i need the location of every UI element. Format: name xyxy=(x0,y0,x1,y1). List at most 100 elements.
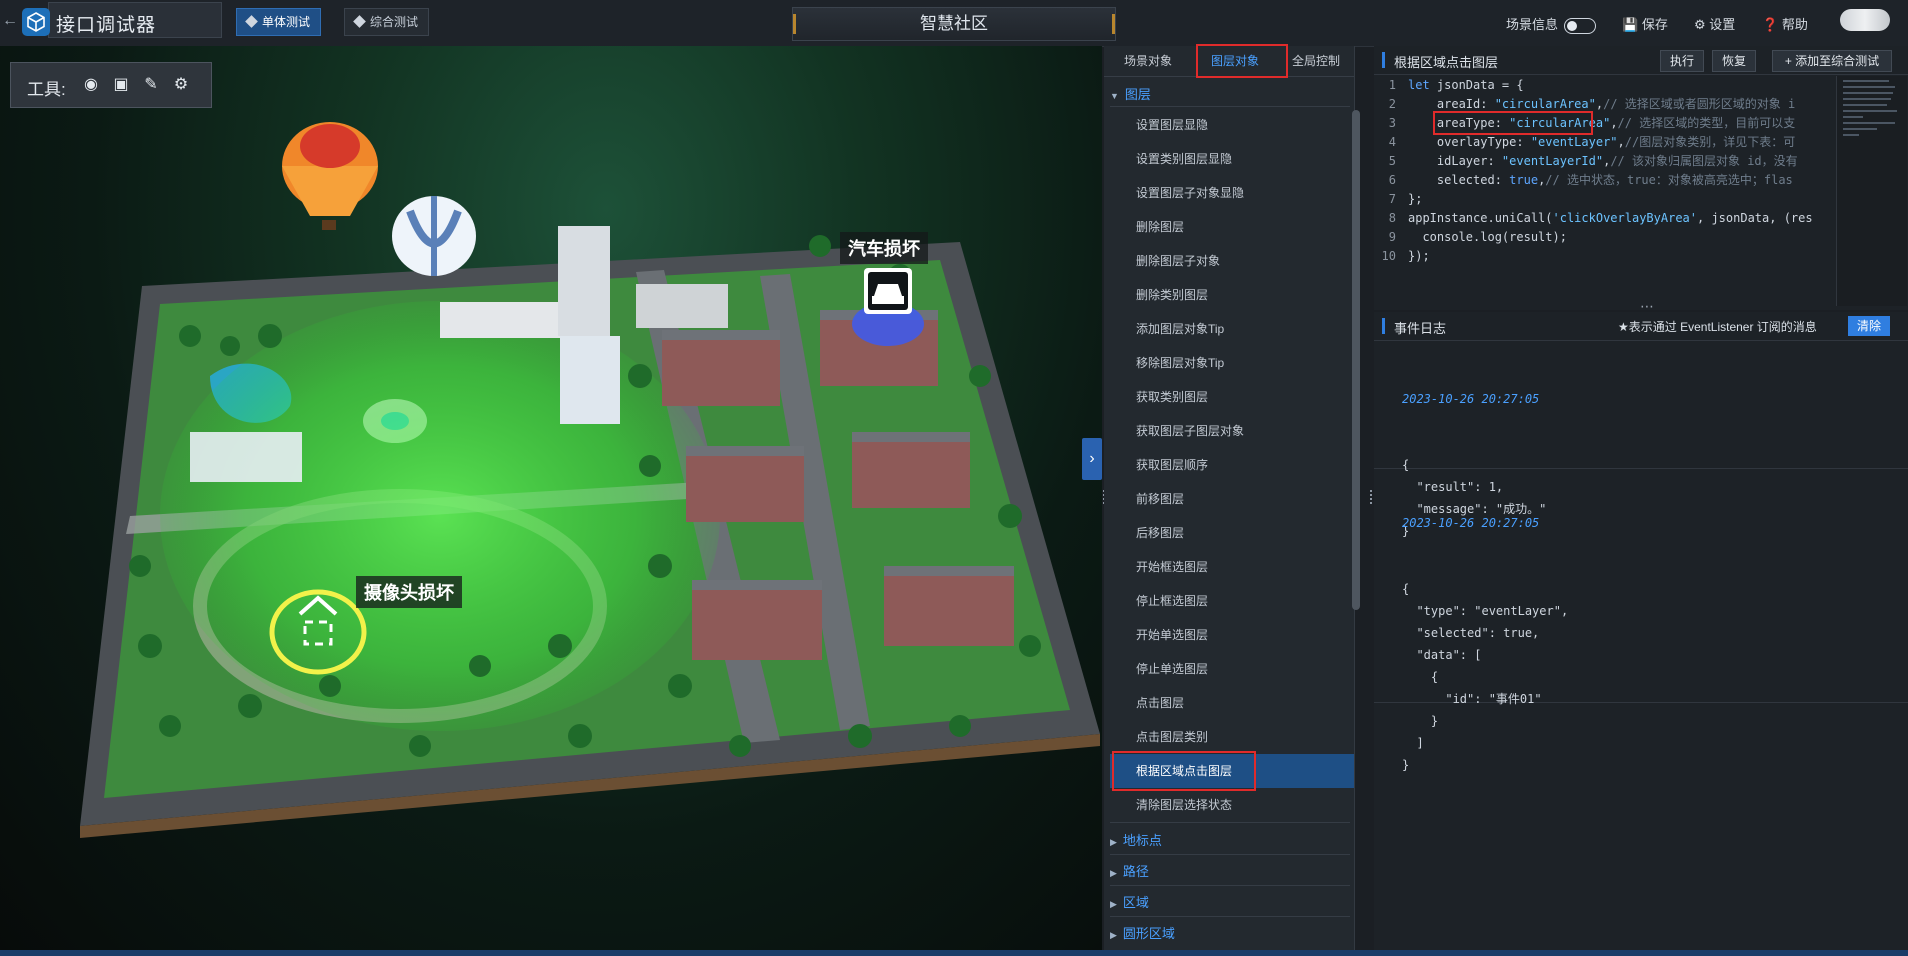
user-avatar[interactable] xyxy=(1840,9,1890,31)
pen-icon[interactable]: ✎ xyxy=(141,75,161,95)
settings-button[interactable]: ⚙ 设置 xyxy=(1694,14,1735,33)
line-number: 1 xyxy=(1388,78,1396,92)
menu-item[interactable]: 后移图层 xyxy=(1104,516,1354,550)
restore-button[interactable]: 恢复 xyxy=(1712,50,1756,72)
menu-item[interactable]: 开始单选图层 xyxy=(1104,618,1354,652)
menu-item[interactable]: 清除图层选择状态 xyxy=(1104,788,1354,822)
code-panel-title: 根据区域点击图层 xyxy=(1381,52,1498,71)
group-circular-areas[interactable]: ▶ 圆形区域 xyxy=(1110,923,1175,942)
menu-scrollbar[interactable] xyxy=(1352,110,1360,610)
tab-global-control[interactable]: 全局控制 xyxy=(1278,46,1354,76)
highlight-box xyxy=(1112,751,1256,791)
group-layers-label: 图层 xyxy=(1124,87,1151,102)
menu-item[interactable]: 删除图层子对象 xyxy=(1104,244,1354,278)
menu-item[interactable]: 前移图层 xyxy=(1104,482,1354,516)
menu-item[interactable]: 获取图层子图层对象 xyxy=(1104,414,1354,448)
line-number: 9 xyxy=(1388,230,1396,244)
group-label: 圆形区域 xyxy=(1122,926,1175,941)
locate-icon[interactable]: ◉ xyxy=(81,75,101,95)
menu-item[interactable]: 获取类别图层 xyxy=(1104,380,1354,414)
menu-item[interactable]: 获取图层顺序 xyxy=(1104,448,1354,482)
line-number: 5 xyxy=(1388,154,1396,168)
code-token: overlayType: xyxy=(1408,135,1531,149)
community-3d-map[interactable] xyxy=(0,46,1102,952)
help-button[interactable]: ❓ 帮助 xyxy=(1762,14,1808,33)
code-token: let xyxy=(1408,78,1430,92)
highlight-box xyxy=(1433,111,1593,135)
app-title: 接口调试器 xyxy=(56,15,157,36)
group-landmarks[interactable]: ▶ 地标点 xyxy=(1110,830,1162,849)
gear-icon[interactable]: ⚙ xyxy=(171,75,191,95)
menu-item[interactable]: 点击图层类别 xyxy=(1104,720,1354,754)
group-layers[interactable]: ▼ 图层 xyxy=(1110,84,1151,103)
code-line: 7}; xyxy=(1374,190,1834,209)
car-damage-label[interactable]: 汽车损坏 xyxy=(840,232,928,264)
menu-item[interactable]: 设置类别图层显隐 xyxy=(1104,142,1354,176)
save-button[interactable]: 💾 保存 xyxy=(1622,14,1668,33)
code-token: "circularArea" xyxy=(1494,97,1596,111)
code-line: 1 let jsonData = { xyxy=(1374,76,1834,95)
divider xyxy=(1110,916,1350,917)
tab-scene-objects[interactable]: 场景对象 xyxy=(1104,46,1192,76)
line-number: 6 xyxy=(1388,173,1396,187)
unit-test-button[interactable]: 单体测试 xyxy=(236,8,322,36)
status-bar xyxy=(0,950,1908,956)
code-editor-panel: 根据区域点击图层 执行 恢复 + 添加至综合测试 1 let jsonData =… xyxy=(1374,46,1908,310)
menu-item[interactable]: 删除类别图层 xyxy=(1104,278,1354,312)
menu-item[interactable]: 添加图层对象Tip xyxy=(1104,312,1354,346)
scene-viewport[interactable]: 工具: ◉ ▣ ✎ ⚙ 摄像头损坏 汽车损坏 xyxy=(0,46,1102,952)
group-label: 区域 xyxy=(1122,895,1149,910)
menu-item[interactable]: 开始框选图层 xyxy=(1104,550,1354,584)
integration-test-label: 综合测试 xyxy=(370,15,419,29)
code-token: true xyxy=(1509,173,1539,187)
highlight-box xyxy=(1196,44,1288,78)
divider xyxy=(1110,822,1350,823)
line-number: 4 xyxy=(1388,135,1396,149)
menu-item[interactable]: 删除图层 xyxy=(1104,210,1354,244)
code-panel-header: 根据区域点击图层 执行 恢复 + 添加至综合测试 xyxy=(1374,46,1908,75)
menu-item[interactable]: 移除图层对象Tip xyxy=(1104,346,1354,380)
caret-right-icon: ▶ xyxy=(1110,868,1117,878)
event-log-header: 事件日志 ★表示通过 EventListener 订阅的消息 清除 xyxy=(1374,312,1908,341)
add-to-integration-button[interactable]: + 添加至综合测试 xyxy=(1772,50,1892,72)
caret-right-icon: ▶ xyxy=(1110,899,1117,909)
menu-item[interactable]: 停止单选图层 xyxy=(1104,652,1354,686)
plus-icon: + xyxy=(1784,54,1792,68)
camera-damage-label[interactable]: 摄像头损坏 xyxy=(356,576,462,608)
run-button[interactable]: 执行 xyxy=(1660,50,1704,72)
clear-button[interactable]: 清除 xyxy=(1848,316,1890,336)
api-menu: 场景对象 图层对象 全局控制 ▼ 图层 设置图层显隐 设置类别图层显隐 设置图层子… xyxy=(1104,44,1355,956)
code-token: jsonData = { xyxy=(1429,78,1524,92)
code-token: selected: xyxy=(1408,173,1510,187)
collapse-panel-button[interactable]: › xyxy=(1082,438,1102,480)
help-label: 帮助 xyxy=(1781,17,1808,32)
code-token: // 选择区域或者圆形区域的对象 i xyxy=(1603,97,1796,111)
code-token: , xyxy=(1610,116,1618,130)
code-line: 6 selected: true,// 选中状态，true：对象被高亮选中；fl… xyxy=(1374,171,1834,190)
log-entry: 2023-10-26 20:27:05 { "result": 1, "mess… xyxy=(1374,344,1908,538)
group-areas[interactable]: ▶ 区域 xyxy=(1110,892,1149,911)
menu-item[interactable]: 停止框选图层 xyxy=(1104,584,1354,618)
code-minimap[interactable] xyxy=(1836,76,1907,306)
back-arrow-icon[interactable]: ← xyxy=(2,12,18,32)
integration-test-button[interactable]: 综合测试 xyxy=(344,8,430,36)
settings-label: 设置 xyxy=(1709,17,1736,32)
code-editor[interactable]: 1 let jsonData = {2 areaId: "circularArea… xyxy=(1374,76,1834,266)
frame-select-icon[interactable]: ▣ xyxy=(111,75,131,95)
caret-down-icon: ▼ xyxy=(1110,91,1119,101)
menu-item[interactable]: 设置图层显隐 xyxy=(1104,108,1354,142)
toggle-switch[interactable] xyxy=(1564,17,1597,34)
code-token: areaId: xyxy=(1408,97,1495,111)
menu-item[interactable]: 点击图层 xyxy=(1104,686,1354,720)
code-token: }); xyxy=(1408,249,1430,263)
group-paths[interactable]: ▶ 路径 xyxy=(1110,861,1149,880)
log-body: { "type": "eventLayer", "selected": true… xyxy=(1402,582,1569,772)
line-number: 7 xyxy=(1388,192,1396,206)
scene-info-toggle[interactable]: 场景信息 xyxy=(1506,14,1597,34)
menu-item[interactable]: 设置图层子对象显隐 xyxy=(1104,176,1354,210)
save-icon: 💾 xyxy=(1622,17,1639,32)
code-token: // 选择区域的类型，目前可以支 xyxy=(1617,116,1796,130)
cube-icon xyxy=(245,15,258,28)
code-line: 10}); xyxy=(1374,247,1834,266)
gear-icon: ⚙ xyxy=(1694,17,1706,32)
